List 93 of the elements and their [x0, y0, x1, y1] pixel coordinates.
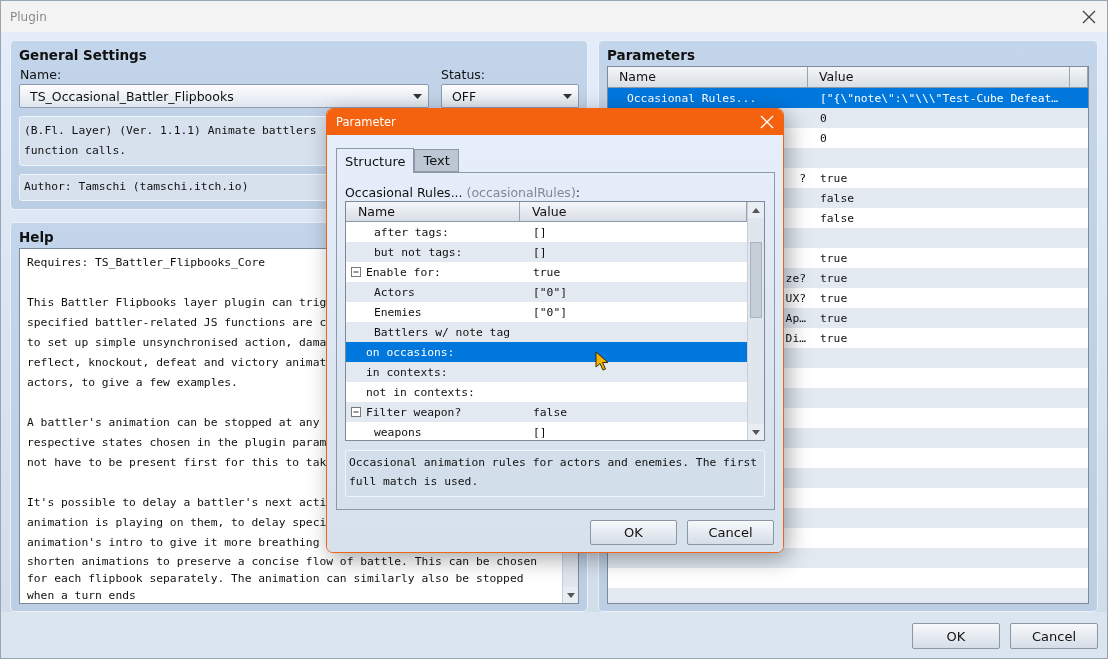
table-cell: Di… [785, 331, 806, 345]
field-label: Name: [19, 66, 63, 84]
author-text: Author: Tamschi (tamschi.itch.io) [24, 179, 249, 195]
table-cell: ["0"] [533, 305, 567, 319]
column-header: Value [808, 67, 1070, 87]
table-cell: weapons [374, 425, 422, 439]
panel-heading: Help [19, 228, 54, 247]
table-cell: true [820, 311, 848, 325]
table-cell: UX? [785, 291, 806, 305]
mouse-pointer-icon [595, 351, 609, 371]
help-text-line: It's possible to delay a battler's next acti [27, 495, 327, 511]
tab[interactable]: Text [414, 149, 459, 172]
table-cell: true [820, 171, 848, 185]
panel-heading: General Settings [19, 46, 147, 65]
table-cell: Enemies [374, 305, 422, 319]
table-cell: ? [799, 171, 806, 185]
help-text-line: actors, to give a few examples. [27, 375, 238, 391]
collapse-icon[interactable] [351, 407, 361, 417]
table-cell: on occasions: [366, 345, 455, 359]
help-text-line: when a turn ends [27, 588, 136, 603]
help-text-line: animation's intro to give it more breathing [27, 535, 320, 551]
cancel-button[interactable]: Cancel [1010, 623, 1098, 649]
close-icon [1082, 9, 1096, 24]
description-text: full match is used. [349, 474, 479, 490]
table-cell: false [820, 191, 854, 205]
up-arrow-icon [752, 207, 760, 213]
table-cell: ["{\"note\":\"\\\"Test-Cube Defeat… [820, 91, 1059, 105]
caret-icon [413, 93, 422, 99]
description-text: Occasional animation rules for actors and enemies. The first [349, 455, 758, 471]
table-cell: [] [533, 225, 547, 239]
table-cell: true [820, 271, 848, 285]
ok-button[interactable]: OK [590, 520, 677, 545]
tree-row[interactable]: Battlers w/ note tag [346, 322, 747, 342]
table-cell: true [820, 251, 848, 265]
table-cell: Ap… [785, 311, 806, 325]
table-cell: but not tags: [374, 245, 463, 259]
help-text-line: not have to be present first for this to tak [27, 455, 327, 471]
description-text: (B.Fl. Layer) (Ver. 1.1.1) Animate battlers [24, 123, 317, 139]
table-cell: in contexts: [366, 365, 448, 379]
description-text: function calls. [24, 143, 127, 159]
help-text-line: to set up simple unsynchronised action, dama [27, 335, 327, 351]
help-text-line: animation is playing on them, to delay speci [27, 515, 327, 531]
help-text-line: respective states chosen in the plugin param [27, 435, 327, 451]
tree-row[interactable]: Actors ["0"] [346, 282, 747, 302]
column-header: Name [346, 202, 520, 221]
table-cell: 0 [820, 131, 827, 145]
help-text-line: shorten animations to preserve a concise flow of battle. This can be chosen [27, 554, 538, 570]
tree-row[interactable]: in contexts: [346, 362, 747, 382]
tab[interactable]: Structure [336, 148, 415, 173]
panel-heading: Parameters [607, 46, 695, 65]
parameter-row[interactable]: Occasional Rules... ["{\"note\":\"\\\"Test-Cube Defeat… [608, 88, 1088, 108]
scrollbar[interactable] [747, 202, 764, 440]
table-cell: Battlers w/ note tag [374, 325, 511, 339]
ok-button[interactable]: OK [912, 623, 1000, 649]
caret-icon [563, 93, 572, 99]
tree-row[interactable]: on occasions: [346, 342, 747, 362]
help-text-line: Requires: TS_Battler_Flipbooks_Core [27, 255, 266, 271]
status-dropdown[interactable]: OFF [441, 84, 579, 108]
tree-row[interactable]: but not tags: [] [346, 242, 747, 262]
close-icon [760, 115, 774, 129]
table-cell: not in contexts: [366, 385, 475, 399]
help-text-line: specified battler-related JS functions are c [27, 315, 327, 331]
dialog-title: Parameter [336, 115, 396, 129]
collapse-icon[interactable] [351, 267, 361, 277]
table-cell: ["0"] [533, 285, 567, 299]
help-text-line: A battler's animation can be stopped at any [27, 415, 320, 431]
column-header: Name [608, 67, 808, 87]
cancel-button[interactable]: Cancel [687, 520, 774, 545]
table-cell: true [533, 265, 561, 279]
table-cell: true [820, 291, 848, 305]
window-title: Plugin [10, 9, 47, 24]
table-cell: ze? [785, 271, 806, 285]
table-cell: Actors [374, 285, 415, 299]
table-cell: false [533, 405, 567, 419]
help-text-line: This Battler Flipbooks layer plugin can trig [27, 295, 327, 311]
table-cell: after tags: [374, 225, 449, 239]
field-label: Status: [441, 66, 486, 84]
down-arrow-icon [752, 429, 760, 435]
down-arrow-icon [566, 592, 575, 598]
table-cell: Occasional Rules... [627, 91, 757, 105]
help-text-line: reflect, knockout, defeat and victory animat [27, 355, 327, 371]
table-cell: [] [533, 425, 547, 439]
scrollbar-thumb[interactable] [750, 242, 762, 318]
tree-row[interactable]: Filter weapon? false [346, 402, 747, 422]
plugin-name-dropdown[interactable]: TS_Occasional_Battler_Flipbooks [19, 84, 429, 108]
table-cell: false [820, 211, 854, 225]
table-cell: Enable for: [366, 265, 441, 279]
table-cell: 0 [820, 111, 827, 125]
parameter-label: Occasional Rules... (occasionalRules): [345, 185, 580, 201]
help-text-line: for each flipbook separately. The animation can similarly also be stopped [27, 571, 524, 587]
table-cell: true [820, 331, 848, 345]
table-cell: Filter weapon? [366, 405, 462, 419]
table-cell: [] [533, 245, 547, 259]
